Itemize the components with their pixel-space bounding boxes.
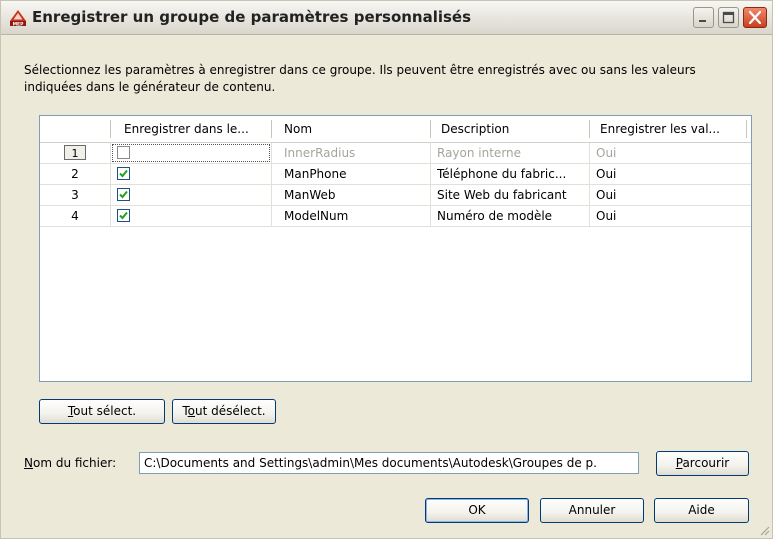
table-row[interactable]: 4 ModelNum Numéro de modèle Oui — [40, 206, 751, 227]
column-header-description[interactable]: Description — [441, 116, 591, 142]
parameter-description[interactable]: Rayon interne — [437, 143, 585, 163]
minimize-button[interactable] — [693, 7, 714, 28]
table-row[interactable]: 2 ManPhone Téléphone du fabric... Oui — [40, 164, 751, 185]
filename-field[interactable]: C:\Documents and Settings\admin\Mes docu… — [139, 452, 639, 474]
dialog-window: MEP Enregistrer un groupe de paramètres … — [0, 0, 773, 539]
save-value-cell[interactable]: Oui — [596, 164, 746, 184]
maximize-button[interactable] — [718, 7, 739, 28]
column-header-name[interactable]: Nom — [284, 116, 424, 142]
save-checkbox[interactable] — [117, 209, 130, 222]
column-header-rownum — [40, 116, 110, 142]
help-button[interactable]: Aide — [654, 498, 749, 523]
autocad-mep-icon: MEP — [10, 10, 26, 27]
deselect-all-button[interactable]: Tout désélect. — [172, 399, 276, 424]
resize-grip-icon[interactable] — [758, 524, 770, 536]
select-all-button[interactable]: Tout sélect. — [39, 399, 165, 424]
save-checkbox[interactable] — [117, 146, 130, 159]
close-icon — [748, 10, 762, 25]
title-bar[interactable]: MEP Enregistrer un groupe de paramètres … — [1, 1, 772, 35]
grid-header: Enregistrer dans le... Nom Description E… — [40, 116, 751, 143]
column-header-save-in[interactable]: Enregistrer dans le... — [124, 116, 264, 142]
checkmark-icon — [119, 169, 128, 178]
parameter-description[interactable]: Numéro de modèle — [437, 206, 585, 226]
row-number[interactable]: 3 — [40, 185, 110, 205]
table-row[interactable]: 3 ManWeb Site Web du fabricant Oui — [40, 185, 751, 206]
save-checkbox[interactable] — [117, 167, 130, 180]
parameter-name[interactable]: InnerRadius — [284, 143, 424, 163]
filename-label: Nom du fichier: — [24, 456, 117, 470]
checkmark-icon — [119, 190, 128, 199]
save-value-cell[interactable]: Oui — [596, 185, 746, 205]
minimize-icon — [699, 20, 706, 22]
parameter-description[interactable]: Site Web du fabricant — [437, 185, 585, 205]
close-button[interactable] — [743, 7, 767, 28]
column-header-save-values[interactable]: Enregistrer les val... — [600, 116, 750, 142]
row-number[interactable]: 2 — [40, 164, 110, 184]
instructions-text: Sélectionnez les paramètres à enregistre… — [24, 63, 696, 94]
parameter-name[interactable]: ModelNum — [284, 206, 424, 226]
ok-button[interactable]: OK — [425, 498, 529, 523]
parameter-description[interactable]: Téléphone du fabric... — [437, 164, 585, 184]
maximize-icon — [722, 11, 735, 24]
row-number[interactable]: 4 — [40, 206, 110, 226]
row-number[interactable]: 1 — [40, 143, 110, 163]
cancel-button[interactable]: Annuler — [540, 498, 644, 523]
parameters-grid[interactable]: Enregistrer dans le... Nom Description E… — [39, 115, 752, 382]
save-value-cell[interactable]: Oui — [596, 206, 746, 226]
browse-button[interactable]: Parcourir — [656, 451, 749, 476]
parameter-name[interactable]: ManPhone — [284, 164, 424, 184]
save-checkbox[interactable] — [117, 188, 130, 201]
checkmark-icon — [119, 211, 128, 220]
parameter-name[interactable]: ManWeb — [284, 185, 424, 205]
svg-text:MEP: MEP — [13, 21, 25, 27]
save-value-cell[interactable]: Oui — [596, 143, 746, 163]
window-title: Enregistrer un groupe de paramètres pers… — [32, 8, 472, 26]
table-row[interactable]: 1 InnerRadius Rayon interne Oui — [40, 143, 751, 164]
